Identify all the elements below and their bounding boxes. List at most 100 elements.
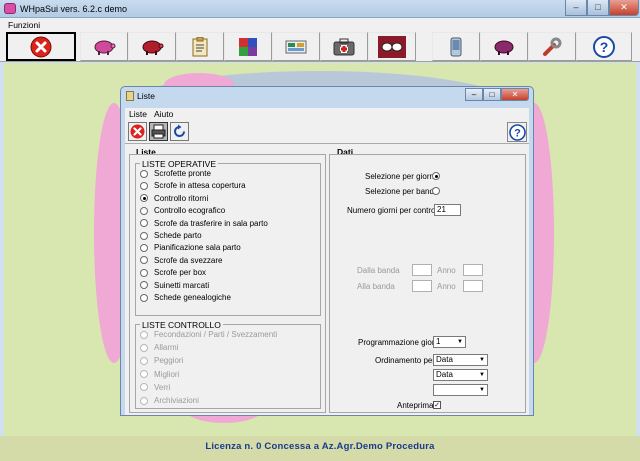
radio-button[interactable] (140, 206, 148, 215)
dialog-maximize-button[interactable]: □ (483, 88, 501, 101)
toolbar-pig-purple-button[interactable] (480, 32, 528, 61)
liste-operative-item[interactable]: Schede parto (140, 231, 202, 240)
anteprima-label: Anteprima (397, 401, 434, 410)
toolbar-tools-button[interactable] (272, 32, 320, 61)
toolbar-exit-button[interactable] (6, 32, 76, 61)
liste-operative-item[interactable]: Pianificazione sala parto (140, 243, 241, 252)
chevron-down-icon: ▼ (457, 339, 463, 345)
radio-button[interactable] (140, 293, 148, 302)
liste-controllo-item[interactable]: Archiviazioni (140, 396, 199, 405)
toolbar-firstaid-button[interactable] (320, 32, 368, 61)
liste-operative-label: Scrofe per box (154, 268, 207, 278)
liste-controllo-item[interactable]: Migliori (140, 370, 179, 379)
minimize-button[interactable]: – (565, 0, 587, 16)
liste-operative-item[interactable]: Scrofe per box (140, 268, 206, 277)
dialog-minimize-button[interactable]: – (465, 88, 483, 101)
radio-button[interactable] (140, 370, 148, 379)
radio-button[interactable] (140, 281, 148, 290)
svg-text:?: ? (600, 39, 609, 55)
toolbar-phone-button[interactable] (432, 32, 480, 61)
selezione-giorni-radio[interactable] (432, 172, 440, 180)
wrench-icon (543, 37, 562, 56)
radio-button[interactable] (140, 169, 148, 178)
radio-button[interactable] (140, 194, 148, 203)
liste-controllo-item[interactable]: Allarmi (140, 343, 178, 352)
toolbar-clipboard-button[interactable] (176, 32, 224, 61)
liste-controllo-item[interactable]: Fecondazioni / Parti / Svezzamenti (140, 330, 277, 339)
dialog-help-button[interactable]: ? (507, 122, 527, 142)
ordinamento-select-2[interactable]: Data ▼ (433, 369, 488, 381)
license-bar: Licenza n. 0 Concessa a Az.Agr.Demo Proc… (0, 436, 640, 461)
tools-icon (285, 40, 307, 53)
programmazione-value: 1 (436, 337, 441, 346)
toolbar-glasses-button[interactable] (368, 32, 416, 61)
liste-operative-item[interactable]: Scrofe da trasferire in sala parto (140, 219, 268, 228)
liste-operative-label: Scrofe in attesa copertura (154, 181, 246, 191)
alla-banda-label: Alla banda (357, 282, 395, 291)
close-button[interactable]: ✕ (609, 0, 639, 16)
toolbar-cube-button[interactable] (224, 32, 272, 61)
liste-controllo-item[interactable]: Verri (140, 383, 170, 392)
menu-aiuto[interactable]: Aiuto (154, 109, 173, 119)
liste-operative-item[interactable]: Schede genealogiche (140, 293, 231, 302)
alla-anno-input[interactable] (463, 280, 483, 292)
radio-button[interactable] (140, 356, 148, 365)
liste-controllo-label: Fecondazioni / Parti / Svezzamenti (154, 330, 278, 339)
license-text: Licenza n. 0 Concessa a Az.Agr.Demo Proc… (205, 441, 435, 452)
numero-giorni-input[interactable]: 21 (434, 204, 461, 216)
toolbar-pig-red-button[interactable] (128, 32, 176, 61)
toolbar-pig-button[interactable] (80, 32, 128, 61)
toolbar-help-button[interactable]: ? (576, 32, 632, 61)
selezione-banda-label: Selezione per banda (365, 187, 439, 196)
liste-operative-item[interactable]: Controllo ecografico (140, 206, 225, 215)
notepad-icon (126, 91, 134, 101)
liste-operative-item[interactable]: Suinetti marcati (140, 281, 209, 290)
glasses-icon (378, 35, 406, 58)
menu-liste[interactable]: Liste (129, 109, 147, 119)
liste-controllo-item[interactable]: Peggiori (140, 356, 183, 365)
pig-purple-icon (494, 40, 514, 55)
toolbar-wrench-button[interactable] (528, 32, 576, 61)
liste-controllo-label: Migliori (154, 369, 180, 379)
selezione-giorni-label: Selezione per giorni (365, 172, 436, 181)
liste-operative-label: Scrofette pronte (154, 169, 211, 178)
dialog-exit-button[interactable] (128, 122, 147, 141)
radio-button[interactable] (140, 383, 148, 392)
dalla-anno-input[interactable] (463, 264, 483, 276)
alla-banda-input[interactable] (412, 280, 432, 292)
liste-operative-item[interactable]: Scrofe in attesa copertura (140, 181, 246, 190)
liste-operative-label: Controllo ritorni (154, 193, 209, 203)
menu-funzioni[interactable]: Funzioni (8, 20, 40, 30)
ordinamento-select-3[interactable]: ▼ (433, 384, 488, 396)
clipboard-icon (192, 36, 208, 56)
liste-operative-label: Scrofe da svezzare (154, 255, 223, 265)
close-red-icon (130, 124, 145, 139)
dialog-print-button[interactable] (149, 122, 168, 141)
programmazione-select[interactable]: 1 ▼ (433, 336, 466, 348)
ordinamento-select-1[interactable]: Data ▼ (433, 354, 488, 366)
dialog-toolbar: ? (125, 119, 529, 143)
dialog-refresh-button[interactable] (170, 122, 189, 141)
radio-button[interactable] (140, 243, 148, 252)
dalla-banda-input[interactable] (412, 264, 432, 276)
chevron-down-icon: ▼ (479, 357, 485, 363)
dialog-close-button[interactable]: ✕ (501, 88, 529, 101)
radio-button[interactable] (140, 181, 148, 190)
radio-button[interactable] (140, 256, 148, 265)
maximize-button[interactable]: □ (587, 0, 609, 16)
radio-button[interactable] (140, 231, 148, 240)
liste-operative-title: LISTE OPERATIVE (140, 159, 219, 169)
dialog-menubar: Liste Aiuto (125, 108, 529, 119)
ordinamento-2-value: Data (436, 370, 453, 379)
liste-operative-item[interactable]: Controllo ritorni (140, 194, 208, 203)
radio-button[interactable] (140, 330, 148, 339)
ordinamento-1-value: Data (436, 355, 453, 364)
radio-button[interactable] (140, 219, 148, 228)
anteprima-checkbox[interactable]: ✓ (433, 401, 441, 409)
liste-operative-item[interactable]: Scrofette pronte (140, 169, 211, 178)
radio-button[interactable] (140, 396, 148, 405)
selezione-banda-radio[interactable] (432, 187, 440, 195)
radio-button[interactable] (140, 268, 148, 277)
liste-operative-item[interactable]: Scrofe da svezzare (140, 256, 222, 265)
radio-button[interactable] (140, 343, 148, 352)
